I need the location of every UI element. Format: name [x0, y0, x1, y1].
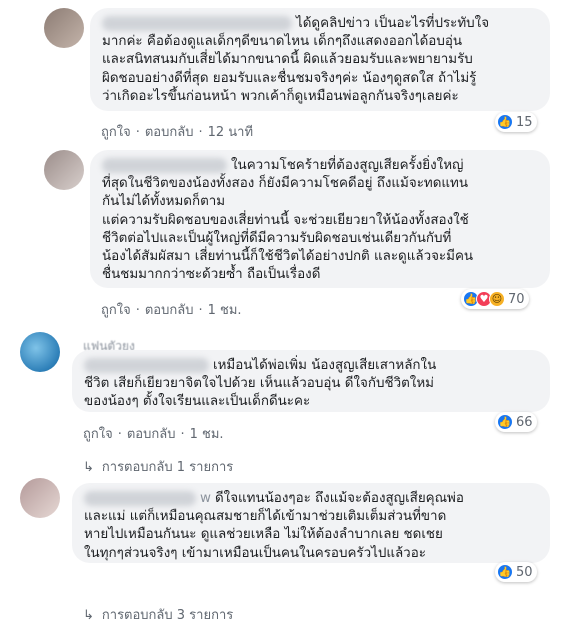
avatar[interactable] [20, 478, 60, 518]
commenter-name[interactable] [84, 357, 209, 373]
timestamp[interactable]: 12 นาที [208, 125, 253, 140]
reaction-summary[interactable]: 👍 66 [495, 412, 537, 432]
comment-actions: ถูกใจ · ตอบกลับ · 12 นาที [101, 125, 254, 140]
reaction-summary[interactable]: 👍 15 [495, 112, 537, 132]
comment-bubble: ในความโชคร้ายที่ต้องสูญเสียครั้งยิ่งใหญ่… [90, 150, 550, 288]
reaction-count: 70 [508, 291, 525, 307]
comment-text: ได้ดูคลิปข่าว เป็นอะไรที่ประทับใจ มากค่ะ… [102, 15, 490, 104]
comment-text: w ดีใจแทนน้องๆอะ ถึงแม้จะต้องสูญเสียคุณพ่… [84, 490, 464, 561]
reaction-summary[interactable]: 👍 50 [495, 562, 537, 582]
like-reaction-icon: 👍 [497, 114, 513, 130]
reply-arrow-icon: ↳ [83, 608, 94, 623]
comment-bubble: w ดีใจแทนน้องๆอะ ถึงแม้จะต้องสูญเสียคุณพ่… [72, 483, 550, 563]
timestamp[interactable]: 1 ชม. [208, 303, 242, 318]
reply-arrow-icon: ↳ [83, 460, 94, 475]
haha-reaction-icon: ☺ [489, 291, 505, 307]
avatar[interactable] [44, 150, 84, 190]
view-replies-link[interactable]: ↳ การตอบกลับ 1 รายการ [83, 456, 233, 477]
like-link[interactable]: ถูกใจ [101, 303, 131, 318]
timestamp[interactable]: 1 ชม. [190, 427, 224, 442]
commenter-name[interactable] [84, 490, 196, 506]
commenter-name-suffix: w [200, 491, 211, 506]
comment-bubble: ได้ดูคลิปข่าว เป็นอะไรที่ประทับใจ มากค่ะ… [90, 8, 550, 111]
commenter-name[interactable] [102, 15, 292, 31]
reaction-count: 50 [516, 564, 533, 580]
like-reaction-icon: 👍 [497, 564, 513, 580]
like-link[interactable]: ถูกใจ [101, 125, 131, 140]
reply-link[interactable]: ตอบกลับ [145, 125, 194, 140]
comment-text: ในความโชคร้ายที่ต้องสูญเสียครั้งยิ่งใหญ่… [102, 157, 474, 283]
avatar[interactable] [20, 332, 60, 372]
comment-bubble: เหมือนได้พ่อเพิ่ม น้องสูญเสียเสาหลักใน ช… [72, 350, 550, 412]
commenter-name[interactable] [102, 157, 227, 173]
reply-link[interactable]: ตอบกลับ [145, 303, 194, 318]
reply-link[interactable]: ตอบกลับ [127, 427, 176, 442]
like-link[interactable]: ถูกใจ [83, 427, 113, 442]
like-reaction-icon: 👍 [497, 414, 513, 430]
reaction-count: 15 [516, 114, 533, 130]
avatar[interactable] [44, 8, 84, 48]
reaction-count: 66 [516, 414, 533, 430]
reaction-summary[interactable]: 👍 ♥ ☺ 70 [461, 289, 529, 309]
comment-actions: ถูกใจ · ตอบกลับ · 1 ชม. [83, 427, 224, 442]
comment-actions: ถูกใจ · ตอบกลับ · 1 ชม. [101, 303, 242, 318]
comment-text: เหมือนได้พ่อเพิ่ม น้องสูญเสียเสาหลักใน ช… [84, 357, 437, 410]
